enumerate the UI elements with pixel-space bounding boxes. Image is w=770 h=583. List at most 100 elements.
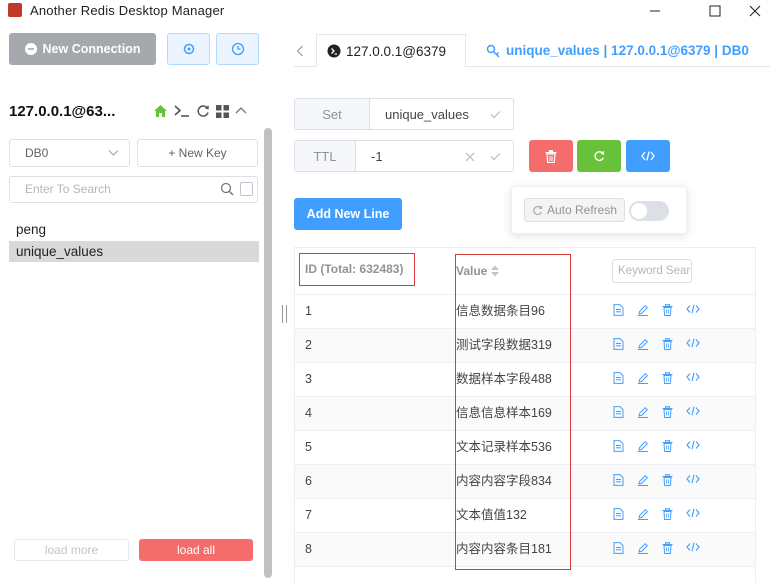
trash-icon[interactable] (662, 440, 673, 452)
code-icon[interactable] (686, 304, 700, 316)
key-name-value: unique_values (385, 106, 469, 122)
connection-name[interactable]: 127.0.0.1@63... (9, 103, 115, 120)
trash-icon[interactable] (662, 474, 673, 486)
code-icon[interactable] (686, 406, 700, 418)
new-key-button[interactable]: + New Key (137, 139, 258, 167)
terminal-icon[interactable] (174, 104, 190, 118)
refresh-icon (594, 151, 605, 162)
table-row: 6 内容内容字段834 (295, 465, 755, 499)
trash-icon[interactable] (662, 508, 673, 520)
document-icon[interactable] (613, 406, 624, 418)
load-all-button[interactable]: load all (139, 539, 253, 561)
table-row: 3 数据样本字段488 (295, 363, 755, 397)
exact-match-checkbox[interactable] (240, 182, 253, 196)
row-value: 内容内容条目181 (456, 542, 552, 556)
edit-icon[interactable] (637, 406, 649, 418)
edit-icon[interactable] (637, 440, 649, 452)
check-icon[interactable] (490, 110, 501, 119)
row-id: 8 (305, 542, 312, 556)
add-new-line-button[interactable]: Add New Line (294, 198, 402, 230)
dump-command-button[interactable] (626, 140, 670, 172)
grid-icon[interactable] (216, 104, 229, 118)
panel-resize-handle[interactable] (282, 305, 287, 323)
maximize-icon (709, 5, 721, 17)
code-icon (641, 151, 655, 161)
search-icon[interactable] (220, 182, 234, 196)
table-row: 1 信息数据条目96 (295, 295, 755, 329)
home-icon[interactable] (153, 104, 168, 118)
trash-icon[interactable] (662, 372, 673, 384)
trash-icon[interactable] (662, 406, 673, 418)
edit-icon[interactable] (637, 474, 649, 486)
load-more-button[interactable]: load more (14, 539, 129, 561)
code-icon[interactable] (686, 338, 700, 350)
chevron-left-icon[interactable] (296, 45, 304, 57)
refresh-icon[interactable] (196, 104, 210, 118)
document-icon[interactable] (613, 304, 624, 316)
table-row: 5 文本记录样本536 (295, 431, 755, 465)
code-icon[interactable] (686, 372, 700, 384)
row-id: 1 (305, 304, 312, 318)
table-header: ID (Total: 632483) Value Keyword Search (295, 248, 755, 295)
key-list-item-selected[interactable]: unique_values (9, 241, 259, 262)
sort-icon[interactable] (490, 265, 500, 277)
db-select-value: DB0 (25, 146, 49, 160)
code-icon[interactable] (686, 440, 700, 452)
trash-icon[interactable] (662, 338, 673, 350)
keyword-search-input[interactable]: Keyword Search (612, 259, 692, 283)
clear-icon[interactable] (465, 152, 475, 162)
chevron-down-icon (108, 150, 119, 156)
trash-icon[interactable] (662, 304, 673, 316)
row-value: 信息数据条目96 (456, 304, 545, 318)
code-icon[interactable] (686, 542, 700, 554)
value-column-header[interactable]: Value (456, 264, 500, 278)
document-icon[interactable] (613, 338, 624, 350)
db-select[interactable]: DB0 (9, 139, 130, 167)
new-connection-button[interactable]: New Connection (9, 33, 156, 65)
chevron-up-icon[interactable] (235, 105, 247, 117)
row-actions (613, 440, 700, 452)
table-row: 7 文本值值132 (295, 499, 755, 533)
delete-key-button[interactable] (529, 140, 573, 172)
row-value: 内容内容字段834 (456, 474, 552, 488)
key-name-input[interactable]: unique_values (370, 99, 513, 129)
trash-icon[interactable] (662, 542, 673, 554)
left-panel-scrollbar[interactable] (264, 128, 272, 578)
key-search-input[interactable]: Enter To Search (9, 176, 258, 203)
close-window-button[interactable] (732, 0, 770, 22)
key-type-label: Set (295, 99, 370, 129)
key-list-item[interactable]: peng (9, 219, 259, 240)
document-icon[interactable] (613, 508, 624, 520)
refresh-key-button[interactable] (577, 140, 621, 172)
minimize-button[interactable] (632, 0, 678, 22)
history-button[interactable] (216, 33, 259, 65)
ttl-input[interactable]: -1 (356, 141, 513, 171)
row-actions (613, 542, 700, 554)
check-icon[interactable] (490, 152, 501, 161)
document-icon[interactable] (613, 372, 624, 384)
document-icon[interactable] (613, 440, 624, 452)
edit-icon[interactable] (637, 372, 649, 384)
edit-icon[interactable] (637, 338, 649, 350)
code-icon[interactable] (686, 508, 700, 520)
auto-refresh-button[interactable]: Auto Refresh (524, 198, 625, 222)
row-id: 2 (305, 338, 312, 352)
document-icon[interactable] (613, 542, 624, 554)
window-title: Another Redis Desktop Manager (30, 3, 225, 18)
code-icon[interactable] (686, 474, 700, 486)
tab-connection[interactable]: 127.0.0.1@6379 (316, 34, 466, 68)
edit-icon[interactable] (637, 542, 649, 554)
document-icon[interactable] (613, 474, 624, 486)
clock-icon (231, 42, 244, 56)
edit-icon[interactable] (637, 508, 649, 520)
table-row: 2 测试字段数据319 (295, 329, 755, 363)
connection-toolbar (153, 104, 247, 118)
settings-button[interactable] (167, 33, 210, 65)
row-actions (613, 474, 700, 486)
edit-icon[interactable] (637, 304, 649, 316)
tab-connection-label: 127.0.0.1@6379 (346, 43, 447, 59)
auto-refresh-toggle[interactable] (629, 201, 669, 221)
row-id: 3 (305, 372, 312, 386)
tab-key-unique-values[interactable]: unique_values | 127.0.0.1@6379 | DB0 (476, 34, 770, 67)
row-actions (613, 304, 700, 316)
